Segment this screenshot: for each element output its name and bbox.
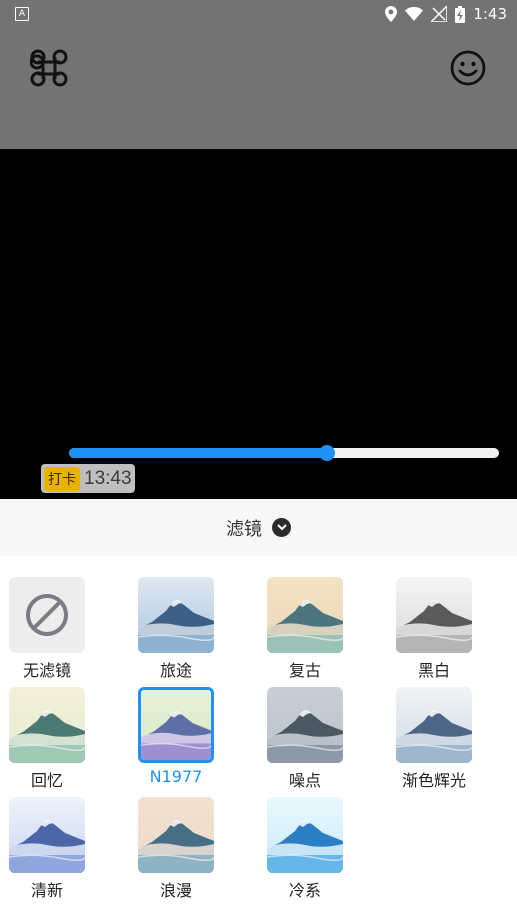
filter-item[interactable]: 清新 xyxy=(0,797,93,907)
filter-item[interactable]: N1977 xyxy=(110,687,222,797)
filter-label: 黑白 xyxy=(417,661,450,680)
filter-thumbnail[interactable] xyxy=(396,577,472,653)
filter-item[interactable]: 黑白 xyxy=(368,577,480,687)
no-filter-icon[interactable] xyxy=(9,577,85,653)
filter-label: 渐色辉光 xyxy=(401,771,466,790)
filter-thumbnail[interactable] xyxy=(267,797,343,873)
filter-grid: 无滤镜 旅途 复古 黑白回忆 N1977 噪点 渐色辉光清新 浪漫 冷系 xyxy=(0,556,517,919)
battery-charging-icon xyxy=(455,5,466,23)
filter-item[interactable]: 复古 xyxy=(239,577,351,687)
filter-label: 噪点 xyxy=(288,771,321,790)
filter-thumbnail[interactable] xyxy=(9,687,85,763)
status-bar: A 1:43 xyxy=(0,0,517,28)
filter-thumbnail[interactable] xyxy=(138,687,214,763)
smiley-icon[interactable] xyxy=(449,49,487,87)
filter-thumbnail[interactable] xyxy=(138,577,214,653)
filter-item[interactable]: 浪漫 xyxy=(110,797,222,907)
filter-item[interactable]: 回忆 xyxy=(0,687,93,797)
wifi-icon xyxy=(405,7,424,21)
no-signal-icon xyxy=(431,6,448,22)
checkin-watermark: 打卡 13:43 xyxy=(41,464,135,493)
command-icon[interactable] xyxy=(30,49,68,87)
filter-label: 无滤镜 xyxy=(22,661,71,680)
camera-toolbar xyxy=(0,28,517,149)
chevron-down-icon[interactable] xyxy=(272,518,291,537)
filter-label: 回忆 xyxy=(30,771,63,790)
filter-thumbnail[interactable] xyxy=(267,687,343,763)
filter-item[interactable]: 无滤镜 xyxy=(0,577,93,687)
filter-thumbnail[interactable] xyxy=(267,577,343,653)
filter-item[interactable]: 旅途 xyxy=(110,577,222,687)
watermark-time: 13:43 xyxy=(84,467,132,489)
location-icon xyxy=(385,6,398,22)
filter-thumbnail[interactable] xyxy=(9,797,85,873)
filter-thumbnail[interactable] xyxy=(396,687,472,763)
filter-panel-header[interactable]: 滤镜 xyxy=(0,499,517,556)
slider-fill xyxy=(69,448,327,458)
status-icons: 1:43 xyxy=(385,4,507,24)
filter-label: 浪漫 xyxy=(159,881,192,900)
checkin-badge: 打卡 xyxy=(44,466,80,491)
slider-thumb[interactable] xyxy=(319,445,335,461)
filter-label: 清新 xyxy=(30,881,63,900)
filter-thumbnail[interactable] xyxy=(138,797,214,873)
filter-label: 旅途 xyxy=(159,661,192,680)
filter-item[interactable]: 渐色辉光 xyxy=(368,687,480,797)
filter-item[interactable]: 噪点 xyxy=(239,687,351,797)
filter-intensity-slider[interactable] xyxy=(69,445,499,461)
filter-panel-title: 滤镜 xyxy=(226,518,262,540)
filter-label: 复古 xyxy=(288,661,321,680)
filter-label: N1977 xyxy=(149,767,203,786)
filter-label: 冷系 xyxy=(288,881,321,900)
status-time: 1:43 xyxy=(473,5,507,23)
app-notification-icon: A xyxy=(15,7,29,21)
filter-item[interactable]: 冷系 xyxy=(239,797,351,907)
camera-preview xyxy=(0,149,517,499)
